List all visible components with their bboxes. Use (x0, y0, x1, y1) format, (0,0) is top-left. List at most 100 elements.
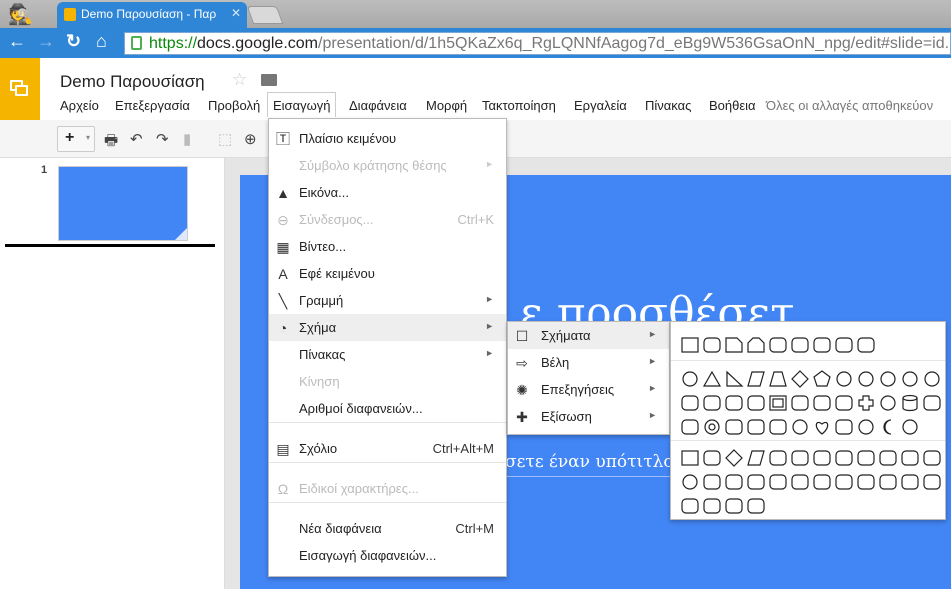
shape-frame-icon[interactable] (767, 392, 789, 414)
shape-cross-icon[interactable] (855, 392, 877, 414)
shape-diamond-icon[interactable] (789, 368, 811, 390)
close-tab-icon[interactable]: ✕ (231, 6, 241, 20)
shape-plaque-icon[interactable] (877, 392, 899, 414)
menu-item[interactable]: ▦ Βίντεο... (269, 233, 506, 260)
zoom-icon[interactable]: ⊕ (244, 130, 257, 148)
shape-arc-icon[interactable] (701, 392, 723, 414)
menu-item[interactable]: ✚ Εξίσωση ► (508, 403, 669, 430)
shape-lshape-icon[interactable] (811, 392, 833, 414)
menu-item[interactable]: ╲ Γραμμή ► (269, 287, 506, 314)
menu-arrange[interactable]: Τακτοποίηση (476, 96, 562, 115)
shape-nosymbol-icon[interactable] (723, 416, 745, 438)
slide-subtitle-placeholder[interactable]: σετε έναν υπότιτλο (505, 452, 674, 472)
shape-chord-icon[interactable] (745, 392, 767, 414)
shape-hex6-icon[interactable] (833, 368, 855, 390)
shape-lightning-icon[interactable] (833, 416, 855, 438)
menu-item[interactable]: A Εφέ κειμένου (269, 260, 506, 287)
forward-icon[interactable]: → (37, 31, 55, 52)
reload-icon[interactable]: ↻ (66, 31, 81, 52)
print-icon[interactable]: 🖶 (104, 130, 118, 155)
shape-collate-icon[interactable] (811, 471, 833, 493)
shape-donut-icon[interactable] (701, 416, 723, 438)
shape-blockarc-icon[interactable] (745, 416, 767, 438)
shape-bevel-icon[interactable] (679, 416, 701, 438)
shape-roundsnip-icon[interactable] (789, 334, 811, 356)
new-tab-button[interactable] (246, 6, 284, 24)
shape-manualop-icon[interactable] (921, 447, 943, 469)
shape-teardrop-icon[interactable] (723, 392, 745, 414)
shape-extract-icon[interactable] (855, 471, 877, 493)
menu-insert[interactable]: Εισαγωγή (267, 92, 337, 117)
address-bar[interactable]: https://docs.google.com/presentation/d/1… (124, 32, 951, 55)
shape-pie-icon[interactable] (679, 392, 701, 414)
shape-snipdiag-icon[interactable] (767, 334, 789, 356)
shape-moon-icon[interactable] (877, 416, 899, 438)
menu-item[interactable]: Πίνακας ► (269, 341, 506, 368)
menu-item[interactable]: ▤ Σχόλιο Ctrl+Alt+M (269, 435, 506, 462)
shape-cloud-icon[interactable] (899, 416, 921, 438)
slide-thumbnail[interactable] (58, 166, 188, 241)
shape-hept7-icon[interactable] (855, 368, 877, 390)
shape-sort-icon[interactable] (833, 471, 855, 493)
redo-icon[interactable]: ↷ (156, 130, 169, 148)
shape-oct8-icon[interactable] (877, 368, 899, 390)
menu-help[interactable]: Βοήθεια (703, 96, 762, 115)
shape-card-icon[interactable] (723, 471, 745, 493)
menu-format[interactable]: Μορφή (420, 96, 473, 115)
new-slide-button[interactable]: + ▾ (57, 126, 95, 152)
select-icon[interactable]: ⬚ (218, 130, 232, 148)
shape-directaccess-icon[interactable] (723, 495, 745, 517)
menu-item[interactable]: Νέα διαφάνεια Ctrl+M (269, 515, 506, 542)
shape-round1-icon[interactable] (811, 334, 833, 356)
back-icon[interactable]: ← (8, 31, 26, 52)
chevron-down-icon[interactable]: ▾ (86, 133, 90, 142)
shape-parallelogram-icon[interactable] (745, 368, 767, 390)
shape-can-icon[interactable] (899, 392, 921, 414)
menu-table[interactable]: Πίνακας (639, 96, 697, 115)
shape-cube-icon[interactable] (921, 392, 943, 414)
shape-multidoc-icon[interactable] (833, 447, 855, 469)
shape-seqaccess-icon[interactable] (679, 495, 701, 517)
menu-view[interactable]: Προβολή (202, 96, 266, 115)
shape-manualinput-icon[interactable] (899, 447, 921, 469)
menu-item[interactable]: ⇨ Βέλη ► (508, 349, 669, 376)
shape-round-icon[interactable] (701, 447, 723, 469)
shape-diamond-icon[interactable] (723, 447, 745, 469)
shape-parallelogram-icon[interactable] (745, 447, 767, 469)
shape-circle-icon[interactable] (679, 471, 701, 493)
shape-snip2-icon[interactable] (745, 334, 767, 356)
shape-preparation-icon[interactable] (877, 447, 899, 469)
shape-sun-icon[interactable] (855, 416, 877, 438)
shape-diagstripe-icon[interactable] (833, 392, 855, 414)
shape-rtriangle-icon[interactable] (723, 368, 745, 390)
shape-or-icon[interactable] (789, 471, 811, 493)
shape-internal-icon[interactable] (789, 447, 811, 469)
shape-snip-icon[interactable] (723, 334, 745, 356)
shape-halfframe-icon[interactable] (789, 392, 811, 414)
menu-slide[interactable]: Διαφάνεια (343, 96, 413, 115)
shape-smiley-icon[interactable] (789, 416, 811, 438)
menu-item[interactable]: 🅃 Πλαίσιο κειμένου (269, 125, 506, 152)
menu-file[interactable]: Αρχείο (54, 96, 105, 115)
home-icon[interactable]: ⌂ (96, 31, 107, 52)
shape-dod12-icon[interactable] (921, 368, 943, 390)
menu-item[interactable]: ☐ Σχήματα ► (508, 322, 669, 349)
undo-icon[interactable]: ↶ (130, 130, 143, 148)
shape-dec10-icon[interactable] (899, 368, 921, 390)
shape-sumjunction-icon[interactable] (767, 471, 789, 493)
menu-item[interactable]: ▲ Εικόνα... (269, 179, 506, 206)
menu-edit[interactable]: Επεξεργασία (109, 96, 196, 115)
shape-merge-icon[interactable] (877, 471, 899, 493)
shape-rect-icon[interactable] (679, 334, 701, 356)
shape-delay-icon[interactable] (921, 471, 943, 493)
folder-icon[interactable] (261, 74, 277, 86)
shape-rect-icon[interactable] (679, 447, 701, 469)
shape-trapezoid-icon[interactable] (767, 368, 789, 390)
paint-format-icon[interactable]: ▮ (183, 130, 191, 148)
shape-pentagon-icon[interactable] (811, 368, 833, 390)
menu-item[interactable]: Αριθμοί διαφανειών... (269, 395, 506, 422)
shape-display-icon[interactable] (745, 495, 767, 517)
menu-item[interactable]: ◔ Σχήμα ► (269, 314, 506, 341)
document-title[interactable]: Demo Παρουσίαση (60, 72, 205, 92)
browser-tab[interactable]: Demo Παρουσίαση - Παρ ✕ (57, 2, 247, 28)
